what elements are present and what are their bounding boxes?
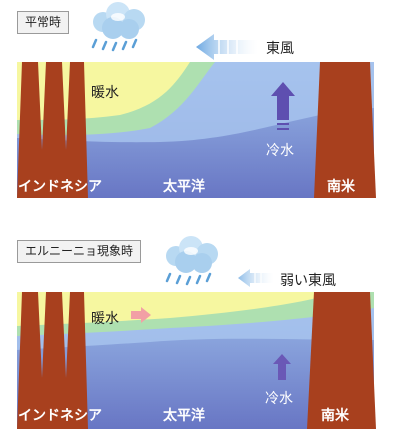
cold-water-label: 冷水 <box>266 143 294 159</box>
indonesia-label: インドネシア <box>18 179 102 195</box>
rain-cloud-icon <box>165 236 218 286</box>
warm-water-label: 暖水 <box>91 85 119 101</box>
cold-water-label: 冷水 <box>265 391 293 407</box>
south-america-label: 南米 <box>327 179 355 195</box>
warm-water-label: 暖水 <box>91 311 119 327</box>
indonesia-label: インドネシア <box>18 408 102 424</box>
pacific-label: 太平洋 <box>163 179 205 195</box>
normal-diagram <box>17 2 376 198</box>
normal-panel: 平常時 東風 暖水 冷水 インドネシア 太平洋 南米 <box>0 0 400 205</box>
pacific-label: 太平洋 <box>163 408 205 424</box>
wind-label: 東風 <box>266 41 294 57</box>
wind-label: 弱い東風 <box>280 273 336 289</box>
south-america-label: 南米 <box>321 408 349 424</box>
el-nino-panel: エルニーニョ現象時 弱い東風 暖水 冷水 インドネシア 太平洋 南米 <box>0 228 400 443</box>
rain-cloud-icon <box>91 2 145 52</box>
wind-arrow <box>196 34 258 60</box>
wind-arrow <box>238 269 274 287</box>
